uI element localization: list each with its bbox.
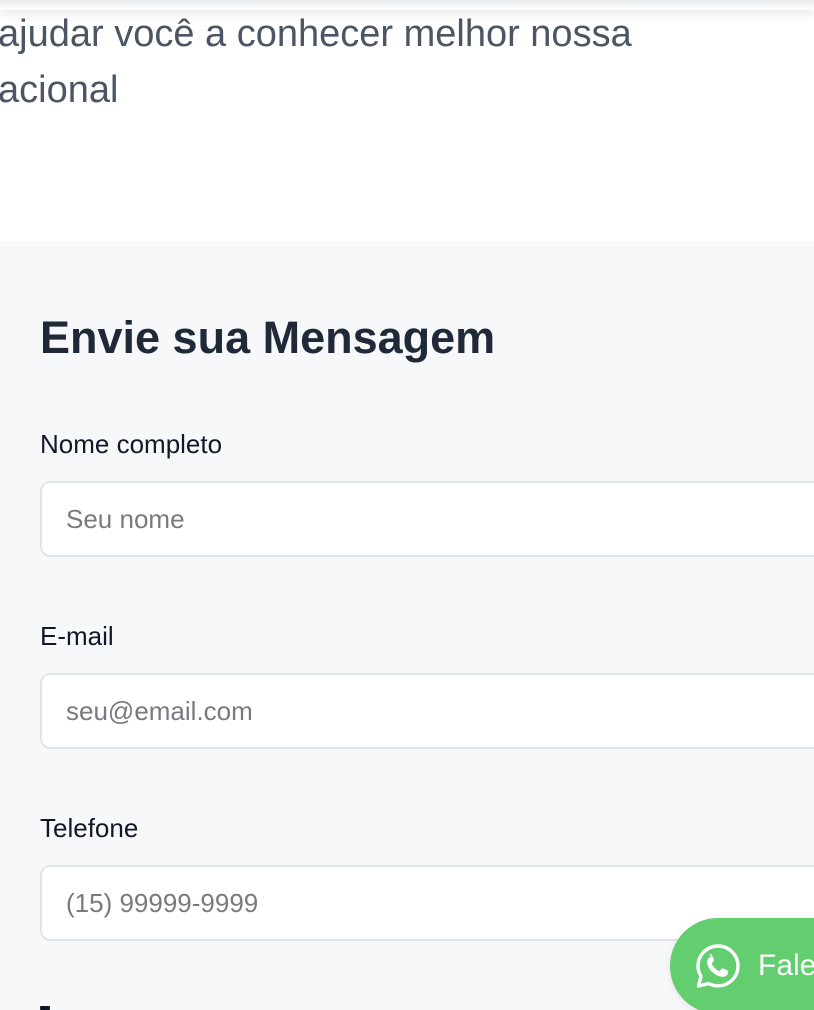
email-label: E-mail	[40, 621, 114, 651]
full-name-input[interactable]	[40, 481, 814, 557]
whatsapp-button-label: Fale	[758, 949, 814, 982]
email-input[interactable]	[40, 673, 814, 749]
phone-label: Telefone	[40, 813, 139, 843]
full-name-label: Nome completo	[40, 429, 223, 459]
form-title: Envie sua Mensagem	[40, 312, 496, 363]
page: ajudar você a conhecer melhor nossa acio…	[0, 0, 814, 1010]
contact-form-section: Envie sua Mensagem Nome completo E-mail …	[0, 241, 814, 1010]
intro-text: ajudar você a conhecer melhor nossa acio…	[0, 6, 814, 118]
whatsapp-contact-button[interactable]: Fale	[670, 918, 814, 1010]
next-field-label-fragment	[40, 1006, 50, 1010]
intro-line-2: acional	[0, 69, 119, 111]
intro-line-1: ajudar você a conhecer melhor nossa	[0, 13, 632, 55]
whatsapp-icon	[694, 942, 742, 990]
